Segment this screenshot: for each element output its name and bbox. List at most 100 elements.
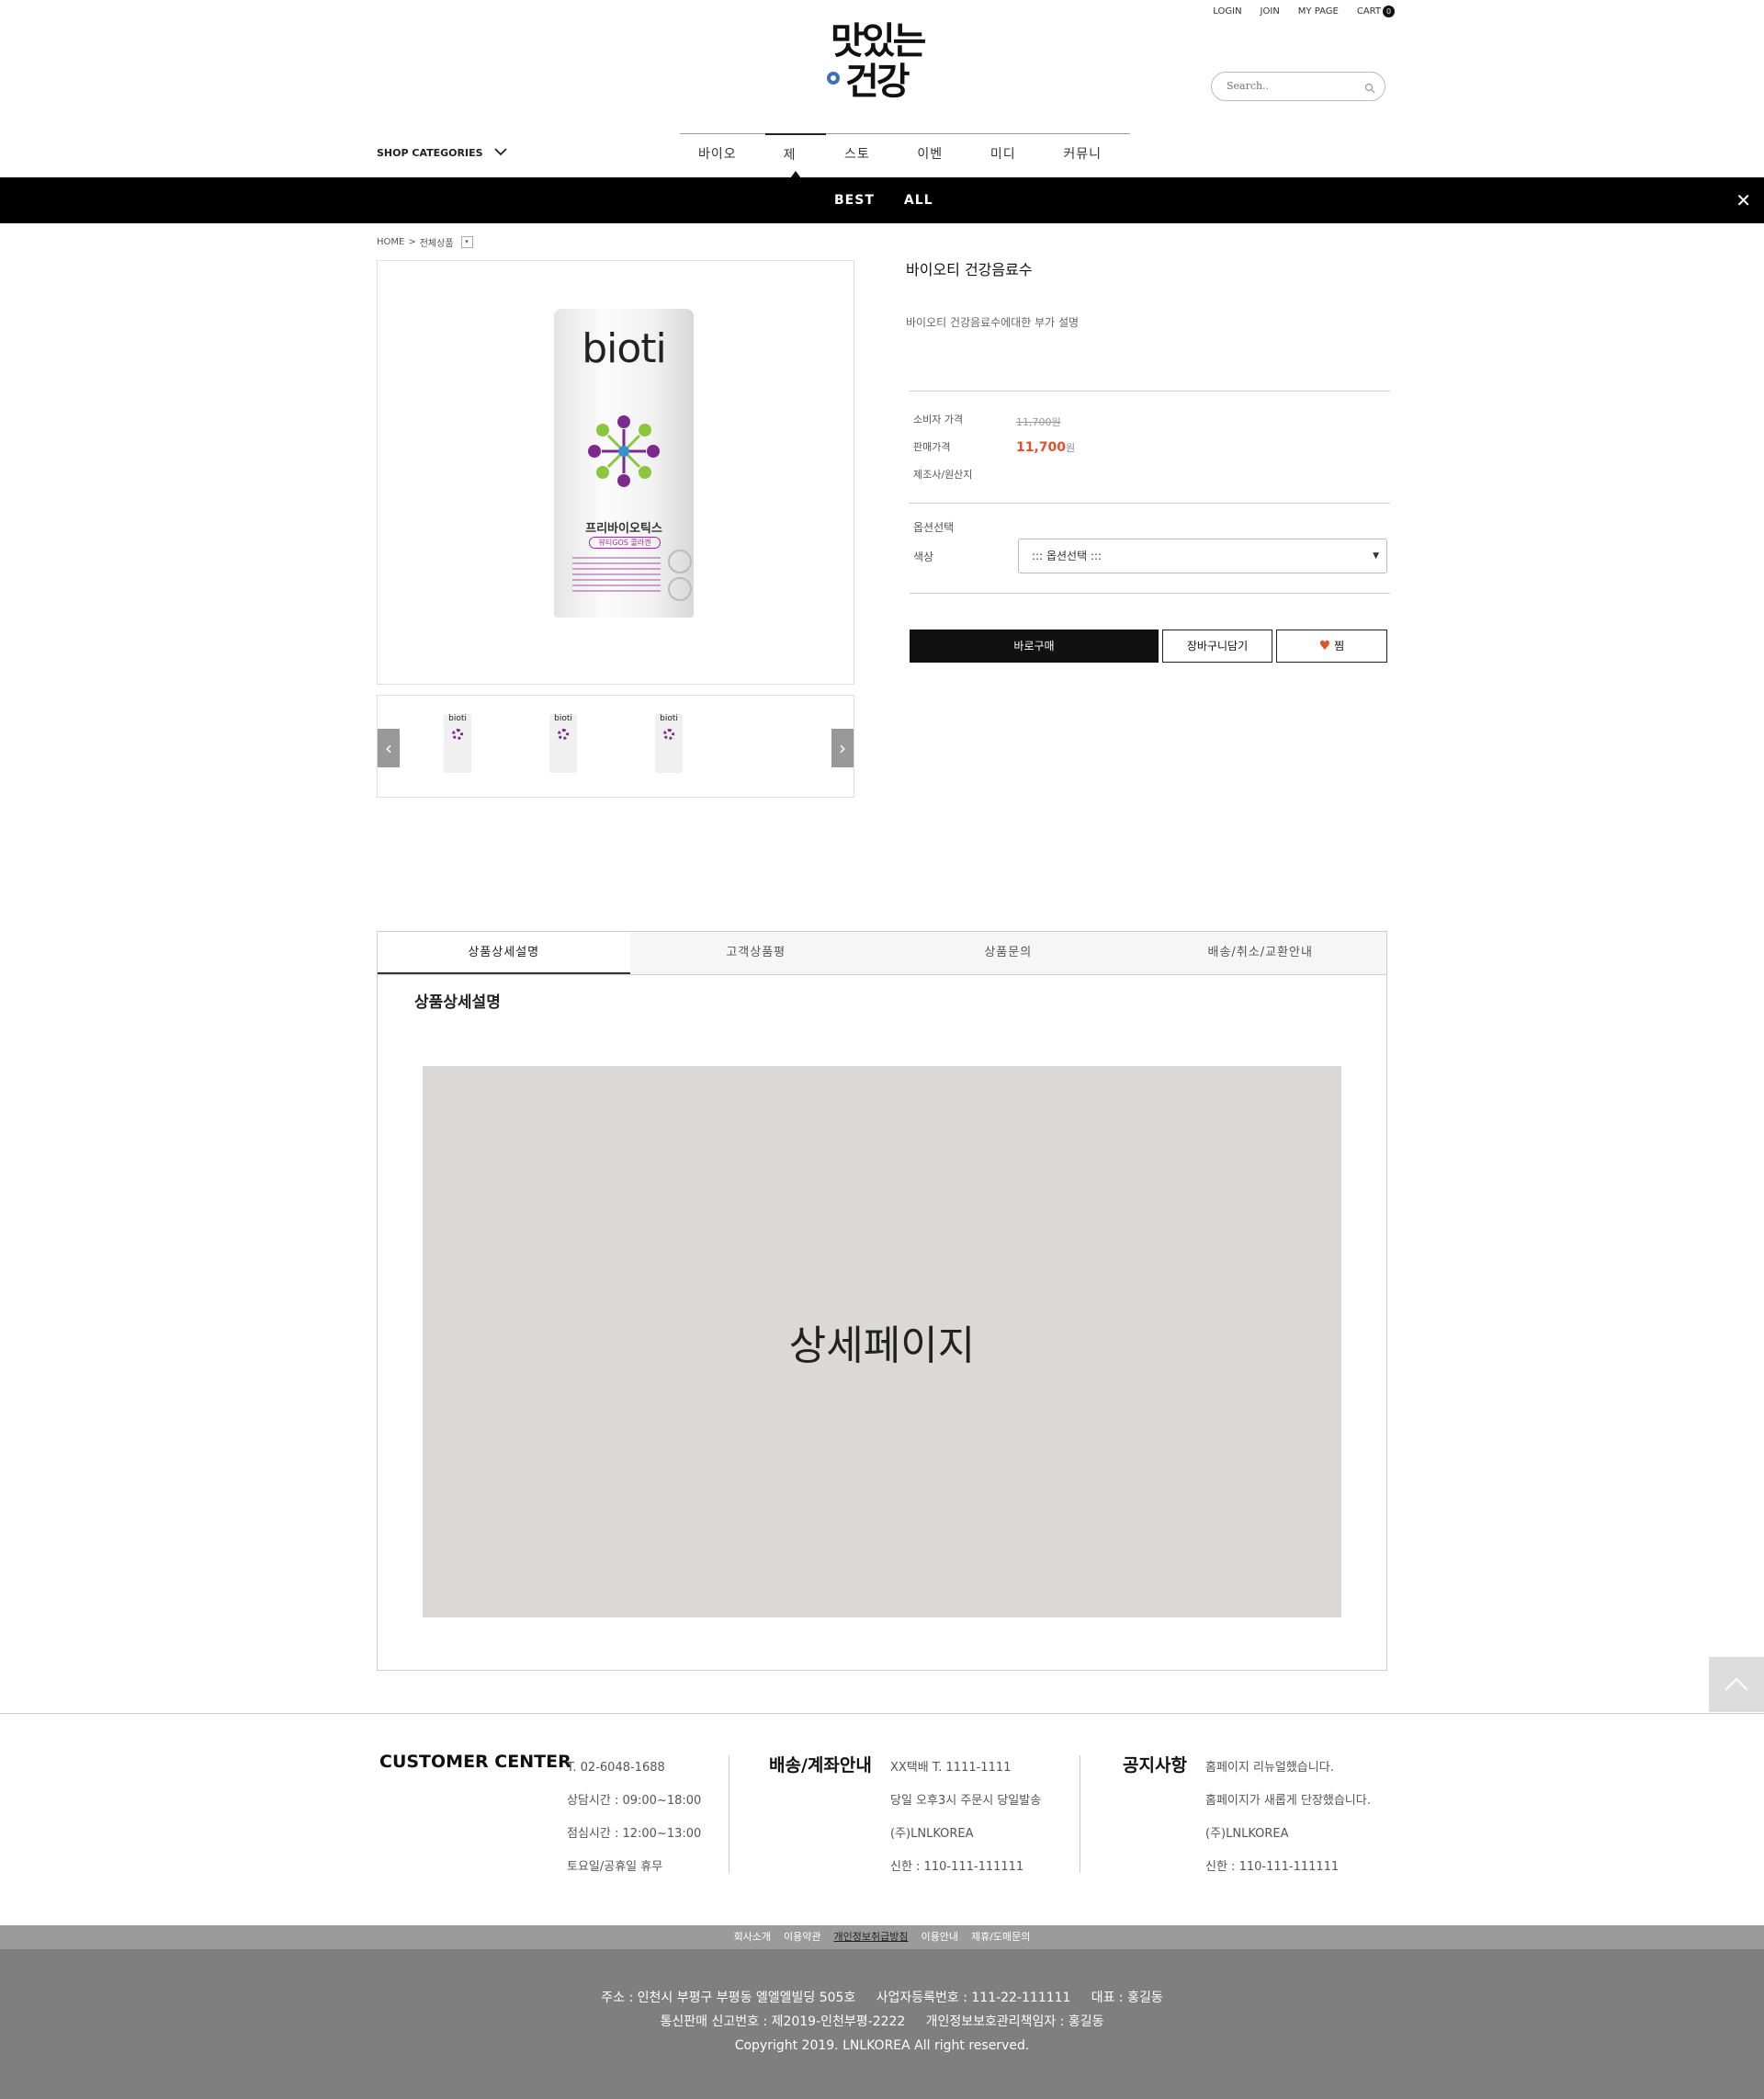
- sale-price-label: 판매가격: [913, 441, 951, 453]
- cart-label: CART: [1356, 6, 1381, 17]
- nav-item-media[interactable]: 미디어: [972, 134, 1045, 202]
- customer-center-line: T. 02-6048-1688: [567, 1761, 665, 1775]
- shipping-line: (주)LNLKOREA: [890, 1827, 974, 1841]
- thumb-brand: bioti: [448, 714, 467, 723]
- thumbnail-2[interactable]: bioti: [549, 714, 577, 773]
- breadcrumb-current: 전체상품: [419, 239, 454, 249]
- detail-title: 상품상세설명: [414, 993, 501, 1012]
- next-arrow-icon[interactable]: ›: [831, 729, 854, 767]
- breadcrumb: HOME > 전체상품 ▾: [377, 235, 473, 249]
- consumer-price: 11,700원: [1016, 412, 1061, 429]
- product-can: bioti 프리바이오틱스 뷰티GOS 콜라겐: [554, 309, 694, 618]
- can-brand: bioti: [582, 325, 667, 372]
- shipping-line: 신한 : 110-111-111111: [890, 1860, 1024, 1874]
- maker-label: 제조사/원산지: [913, 469, 973, 481]
- nav-item-products[interactable]: 제품: [764, 133, 826, 203]
- can-badge: [668, 577, 692, 601]
- shipping-line: 당일 오후3시 주문시 당일발송: [890, 1794, 1042, 1808]
- footer-bottom: 주소 : 인천시 부평구 부평동 엘엘엘빌딩 505호 사업자등록번호 : 11…: [0, 1949, 1764, 2099]
- login-link[interactable]: LOGIN: [1213, 6, 1241, 17]
- sale-price-value: 11,700: [1016, 440, 1067, 455]
- customer-center-title: CUSTOMER CENTER: [379, 1752, 571, 1772]
- can-badge: [668, 550, 692, 573]
- footer-license: 통신판매 신고번호 : 제2019-인천부평-2222 개인정보보호관리책임자 …: [660, 2014, 1104, 2029]
- color-label: 색상: [913, 550, 934, 563]
- nav-item-community[interactable]: 커뮤니티: [1045, 134, 1130, 202]
- nav-item-store[interactable]: 스토어: [826, 134, 899, 202]
- shop-categories-label: SHOP CATEGORIES: [377, 147, 483, 159]
- breadcrumb-separator: >: [408, 237, 416, 247]
- divider: [910, 593, 1390, 594]
- subnav-all[interactable]: ALL: [904, 177, 933, 223]
- product-main-image: bioti 프리바이오틱스 뷰티GOS 콜라겐: [377, 260, 854, 685]
- thumb-flower-icon: [558, 729, 569, 740]
- nav-item-event[interactable]: 이벤트: [899, 134, 971, 202]
- customer-center-line: 상담시간 : 09:00~18:00: [567, 1794, 702, 1808]
- buy-now-button[interactable]: 바로구매: [910, 630, 1159, 663]
- footer-link-privacy[interactable]: 개인정보취급방침: [834, 1925, 909, 1949]
- footer-links: 회사소개 이용약관 개인정보취급방침 이용안내 제휴/도매문의: [0, 1925, 1764, 1949]
- shipping-title: 배송/계좌안내: [769, 1755, 872, 1776]
- tab-shipping-info[interactable]: 배송/취소/교환안내: [1135, 932, 1387, 974]
- nav-item-bioti[interactable]: 바이오티: [680, 134, 765, 202]
- option-select-value: ::: 옵션선택 :::: [1032, 550, 1102, 562]
- shipping-info: XX택배 T. 1111-1111 당일 오후3시 주문시 당일발송 (주)LN…: [890, 1752, 1041, 1884]
- detail-tabs: 상품상세설명 고객상품평 상품문의 배송/취소/교환안내: [378, 932, 1386, 975]
- consumer-price-won: 원: [1051, 416, 1061, 428]
- thumb-flower-icon: [663, 729, 674, 740]
- customer-center-line: 토요일/공휴일 휴무: [567, 1860, 663, 1874]
- footer-link-company[interactable]: 회사소개: [734, 1925, 771, 1949]
- wishlist-label: 찜: [1334, 640, 1345, 652]
- shop-categories-toggle[interactable]: SHOP CATEGORIES: [377, 147, 507, 159]
- tab-reviews[interactable]: 고객상품평: [630, 932, 883, 974]
- footer-link-guide[interactable]: 이용안내: [922, 1925, 958, 1949]
- subnav-best[interactable]: BEST: [834, 177, 875, 223]
- wishlist-button[interactable]: ♥ 찜: [1276, 630, 1387, 663]
- chevron-up-icon: [1724, 1677, 1748, 1691]
- breadcrumb-home[interactable]: HOME: [377, 237, 404, 247]
- join-link[interactable]: JOIN: [1261, 6, 1280, 17]
- logo-line2: 건강: [845, 61, 910, 103]
- footer-divider: [0, 1713, 1764, 1714]
- heart-icon: ♥: [1318, 639, 1331, 653]
- consumer-price-label: 소비자 가격: [913, 414, 964, 425]
- option-select[interactable]: ::: 옵션선택 ::: ▼: [1018, 539, 1387, 573]
- thumb-brand: bioti: [554, 714, 572, 723]
- search-input[interactable]: [1225, 79, 1357, 93]
- notice-item[interactable]: 홈페이지 리뉴얼했습니다.: [1205, 1752, 1371, 1785]
- notice-list: 홈페이지 리뉴얼했습니다. 홈페이지가 새롭게 단장했습니다. (주)LNLKO…: [1205, 1752, 1371, 1884]
- prev-arrow-icon[interactable]: ‹: [378, 729, 400, 767]
- add-to-cart-button[interactable]: 장바구니담기: [1162, 630, 1272, 663]
- footer-link-terms[interactable]: 이용약관: [784, 1925, 820, 1949]
- site-logo[interactable]: 맛있는 건강: [825, 20, 939, 112]
- breadcrumb-dropdown-icon[interactable]: ▾: [460, 236, 473, 248]
- thumbnail-carousel: ‹ bioti bioti bioti ›: [377, 695, 854, 798]
- cart-link[interactable]: CART 0: [1357, 6, 1395, 17]
- search-icon[interactable]: [1364, 80, 1375, 97]
- caret-down-icon: ▼: [1373, 551, 1379, 561]
- sale-price: 11,700원: [1016, 437, 1075, 455]
- can-text-line2: 뷰티GOS 콜라겐: [589, 537, 661, 549]
- footer-link-partnership[interactable]: 제휴/도매문의: [971, 1925, 1030, 1949]
- footer-address: 주소 : 인천시 부평구 부평동 엘엘엘빌딩 505호 사업자등록번호 : 11…: [601, 1991, 1163, 2005]
- divider: [910, 503, 1390, 504]
- scroll-top-button[interactable]: [1709, 1657, 1764, 1712]
- tab-qna[interactable]: 상품문의: [882, 932, 1135, 974]
- option-title: 옵션선택: [913, 521, 955, 534]
- notice-item: (주)LNLKOREA: [1205, 1827, 1289, 1841]
- shipping-line: XX택배 T. 1111-1111: [890, 1761, 1012, 1775]
- sale-price-won: 원: [1066, 442, 1076, 454]
- close-icon[interactable]: ✕: [1736, 177, 1751, 223]
- tab-product-detail[interactable]: 상품상세설명: [378, 932, 630, 974]
- mypage-link[interactable]: MY PAGE: [1298, 6, 1339, 17]
- product-description: 바이오티 건강음료수에대한 부가 설명: [906, 316, 1080, 329]
- search-box: [1211, 72, 1385, 101]
- customer-center-info: T. 02-6048-1688 상담시간 : 09:00~18:00 점심시간 …: [567, 1752, 701, 1884]
- thumbnail-1[interactable]: bioti: [444, 714, 471, 773]
- thumb-flower-icon: [452, 729, 463, 740]
- notice-item[interactable]: 홈페이지가 새롭게 단장했습니다.: [1205, 1785, 1371, 1818]
- detail-placeholder: 상세페이지: [423, 1066, 1341, 1617]
- can-text-line1: 프리바이오틱스: [585, 522, 662, 536]
- logo-line1: 맛있는: [831, 20, 926, 62]
- thumbnail-3[interactable]: bioti: [655, 714, 683, 773]
